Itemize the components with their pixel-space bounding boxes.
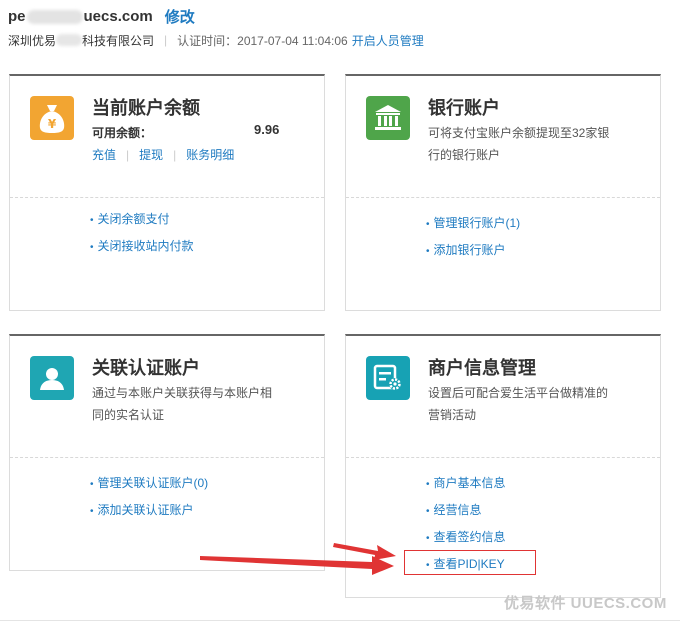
annotation-arrow-upper [333,543,396,560]
watermark: 优易软件 UUECS.COM [504,595,667,612]
footer-divider [0,620,680,621]
annotation-arrow-lower [200,556,394,575]
annotation-arrows [200,543,396,575]
